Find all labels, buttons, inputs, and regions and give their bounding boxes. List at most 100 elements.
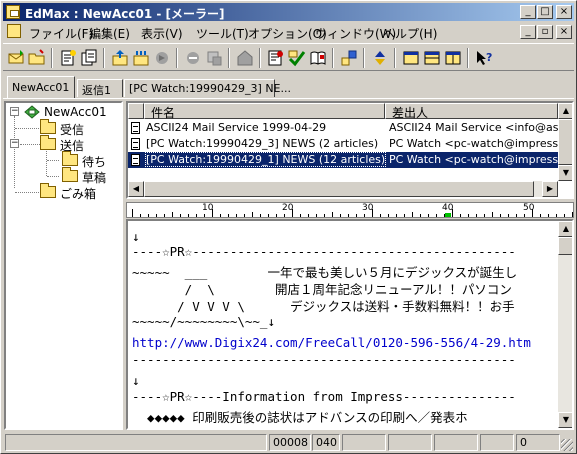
tree-root-label: NewAcc01: [44, 105, 107, 119]
maximize-button[interactable]: □: [537, 5, 553, 19]
tab-pc-watch[interactable]: [PC Watch:19990429_3] NE...: [124, 79, 291, 97]
menu-tools[interactable]: ツール(T): [196, 25, 249, 42]
list-header-icon-column[interactable]: [128, 103, 144, 119]
message-row[interactable]: ASCII24 Mail Service 1999-04-29 ASCII24 …: [128, 120, 571, 136]
ruler-tick: [332, 212, 333, 217]
message-icon: [131, 138, 140, 150]
ruler-tick: [164, 214, 165, 217]
body-vertical-scrollbar[interactable]: ▲ ▼: [558, 221, 572, 428]
scroll-left-button[interactable]: ◀: [128, 181, 144, 197]
status-panel: [480, 434, 514, 451]
ruler-tick: [428, 214, 429, 217]
ruler-tick: [308, 214, 309, 217]
list-vertical-scrollbar[interactable]: ▲ ▼: [558, 103, 572, 181]
stop-icon[interactable]: [184, 49, 202, 67]
resize-grip[interactable]: [561, 439, 573, 451]
list-header-from[interactable]: 差出人: [385, 103, 558, 120]
sort-icon[interactable]: [340, 49, 358, 67]
window-title: EdMax : NewAcc01 - [メーラー]: [25, 7, 225, 21]
tab-newacc01[interactable]: NewAcc01: [7, 76, 75, 98]
minimize-button[interactable]: _: [520, 5, 536, 19]
find-icon[interactable]: [267, 49, 285, 67]
menu-file[interactable]: ファイル(F): [29, 25, 93, 42]
message-row[interactable]: [PC Watch:19990429_3] NEWS (2 articles) …: [128, 136, 572, 152]
list-horizontal-scrollbar[interactable]: ◀ ▶: [128, 181, 558, 197]
help-icon[interactable]: ?: [475, 49, 493, 67]
layout3-icon[interactable]: [444, 49, 462, 67]
menu-edit[interactable]: 編集(E): [89, 25, 130, 42]
folder-icon: [40, 119, 56, 134]
tab-reply1[interactable]: 返信1: [77, 79, 123, 97]
ruler-tick: [484, 214, 485, 217]
scroll-thumb[interactable]: [144, 181, 534, 197]
toolbar: ?: [3, 43, 574, 71]
ruler-tick: [204, 214, 205, 217]
scroll-thumb[interactable]: [558, 119, 572, 165]
toolbar-separator: [176, 48, 178, 68]
tree-folder-label: ごみ箱: [60, 187, 97, 201]
ruler-tick: [140, 214, 141, 217]
mdi-minimize-button[interactable]: _: [520, 25, 536, 39]
message-subject: [PC Watch:19990429_1] NEWS (12 articles): [144, 152, 387, 167]
open-folder-icon[interactable]: [28, 49, 46, 67]
message-from: PC Watch <pc-watch@impress.co: [389, 153, 574, 166]
menu-help[interactable]: ヘルプ(H): [383, 25, 437, 42]
scroll-down-button[interactable]: ▼: [558, 412, 572, 428]
ruler-tick: [572, 212, 573, 217]
layout2-icon[interactable]: [423, 49, 441, 67]
ruler-tick: [316, 214, 317, 217]
toolbar-separator: [51, 48, 53, 68]
collapse-icon[interactable]: −: [10, 107, 19, 116]
message-icon: [131, 154, 140, 166]
folder-tree[interactable]: − NewAcc01 受信 − 送信 待ち 草稿 ごみ箱: [4, 101, 123, 430]
new-message-icon[interactable]: [59, 49, 77, 67]
message-row-selected[interactable]: [PC Watch:19990429_1] NEWS (12 articles)…: [128, 152, 572, 168]
address-book-icon[interactable]: [236, 49, 254, 67]
body-link[interactable]: http://www.Digix24.com/FreeCall/0120-596…: [132, 335, 531, 350]
check-icon[interactable]: [288, 49, 306, 67]
ruler-tick: [380, 214, 381, 217]
message-subject: ASCII24 Mail Service 1999-04-29: [146, 121, 327, 134]
title-bar[interactable]: EdMax : NewAcc01 - [メーラー] _ □ ×: [3, 3, 574, 21]
toolbar-separator: [228, 48, 230, 68]
message-list[interactable]: 件名 差出人 ASCII24 Mail Service 1999-04-29 A…: [126, 101, 574, 199]
send-icon[interactable]: [111, 49, 129, 67]
copy-icon[interactable]: [80, 49, 98, 67]
folder-icon: [40, 183, 56, 198]
menu-view[interactable]: 表示(V): [141, 25, 183, 42]
receive-icon[interactable]: [7, 49, 25, 67]
main-window: EdMax : NewAcc01 - [メーラー] _ □ × ファイル(F) …: [0, 0, 577, 454]
updown-icon[interactable]: [371, 49, 389, 67]
ruler-tick: [444, 214, 445, 217]
book-icon[interactable]: [309, 49, 327, 67]
ruler-tick: [180, 214, 181, 217]
mdi-close-button[interactable]: ×: [556, 25, 572, 39]
ruler-tick: [156, 214, 157, 217]
ruler-tick: [324, 214, 325, 217]
mdi-restore-button[interactable]: ▫: [537, 25, 553, 39]
scroll-down-button[interactable]: ▼: [558, 165, 572, 181]
tree-folder-label: 草稿: [82, 171, 107, 185]
scroll-up-button[interactable]: ▲: [558, 103, 572, 119]
status-count: 0: [516, 434, 560, 451]
list-header-subject[interactable]: 件名: [144, 103, 385, 120]
scroll-up-button[interactable]: ▲: [558, 221, 572, 237]
scroll-thumb[interactable]: [558, 237, 572, 255]
scroll-right-button[interactable]: ▶: [542, 181, 558, 197]
ruler-tick: [236, 214, 237, 217]
collapse-icon[interactable]: −: [10, 139, 19, 148]
app-icon[interactable]: [6, 5, 20, 19]
layout1-icon[interactable]: [402, 49, 420, 67]
tree-line: [20, 144, 40, 145]
tree-line: [46, 151, 47, 176]
close-button[interactable]: ×: [556, 5, 572, 19]
message-body[interactable]: ↓ ----☆PR☆------------------------------…: [126, 219, 574, 430]
ruler-tick: [404, 214, 405, 217]
child-window-icon[interactable]: [7, 24, 21, 38]
reply-icon[interactable]: [132, 49, 150, 67]
toolbar-separator: [103, 48, 105, 68]
ruler-tick: [476, 214, 477, 217]
print-icon[interactable]: [205, 49, 223, 67]
ruler-tick: [364, 214, 365, 217]
forward-icon[interactable]: [153, 49, 171, 67]
